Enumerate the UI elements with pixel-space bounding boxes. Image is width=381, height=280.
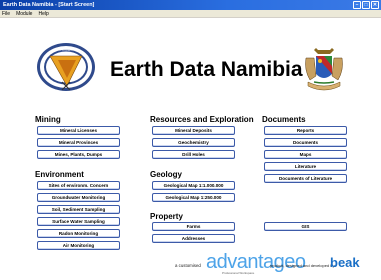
mines-plants-dumps-button[interactable]: Mines, Plants, Dumps [37, 150, 120, 159]
groundwater-monitoring-button[interactable]: Groundwater Monitoring [37, 193, 120, 202]
section-title-environment: Environment [35, 170, 84, 179]
section-title-documents: Documents [262, 115, 306, 124]
mineral-provinces-button[interactable]: Mineral Provinces [37, 138, 120, 147]
advantageo-subtitle: Professional Workspace [222, 271, 255, 275]
section-title-mining: Mining [35, 115, 61, 124]
maximize-button[interactable]: □ [362, 1, 370, 9]
close-button[interactable]: ✕ [371, 1, 379, 9]
window-controls: – □ ✕ [353, 1, 379, 9]
minimize-button[interactable]: – [353, 1, 361, 9]
air-monitoring-button[interactable]: Air Monitoring [37, 241, 120, 250]
beak-logo: beak [330, 255, 360, 270]
geochemistry-button[interactable]: Geochemistry [152, 138, 235, 147]
surface-water-sampling-button[interactable]: Surface Water Sampling [37, 217, 120, 226]
menu-module[interactable]: Module [16, 10, 32, 17]
documents-button[interactable]: Documents [264, 138, 347, 147]
radon-monitoring-button[interactable]: Radon Monitoring [37, 229, 120, 238]
menu-bar: File Module Help [0, 10, 381, 18]
mineral-deposits-button[interactable]: Mineral Deposits [152, 126, 235, 135]
section-title-geology: Geology [150, 170, 183, 179]
geological-survey-logo: NAMIBIA [37, 43, 95, 91]
soil-sediment-sampling-button[interactable]: Soil, Sediment Sampling [37, 205, 120, 214]
menu-file[interactable]: File [2, 10, 10, 17]
gis-button[interactable]: GIS [264, 222, 347, 231]
documents-of-literature-button[interactable]: Documents of Literature [264, 174, 347, 183]
footer-suffix: product, designed and developed by [270, 263, 335, 268]
coat-of-arms-logo [305, 48, 343, 91]
geological-map-250k-button[interactable]: Geological Map 1:250.000 [152, 193, 235, 202]
literature-button[interactable]: Literature [264, 162, 347, 171]
section-title-resources: Resources and Exploration [150, 115, 254, 124]
app-title: Earth Data Namibia [110, 58, 303, 81]
mineral-licenses-button[interactable]: Mineral Licenses [37, 126, 120, 135]
window-title-bar: Earth Data Namibia - [Start Screen] – □ … [0, 0, 381, 10]
logo-ring-text: NAMIBIA [57, 47, 74, 52]
addresses-button[interactable]: Addresses [152, 234, 235, 243]
window-title: Earth Data Namibia - [Start Screen] [3, 2, 95, 8]
menu-help[interactable]: Help [38, 10, 48, 17]
footer-prefix: a customised [175, 263, 201, 268]
farms-button[interactable]: Farms [152, 222, 235, 231]
section-title-property: Property [150, 212, 183, 221]
drill-holes-button[interactable]: Drill Holes [152, 150, 235, 159]
reports-button[interactable]: Reports [264, 126, 347, 135]
sites-of-concern-button[interactable]: Sites of environm. Concern [37, 181, 120, 190]
geological-map-1m-button[interactable]: Geological Map 1:1.000.000 [152, 181, 235, 190]
maps-button[interactable]: Maps [264, 150, 347, 159]
